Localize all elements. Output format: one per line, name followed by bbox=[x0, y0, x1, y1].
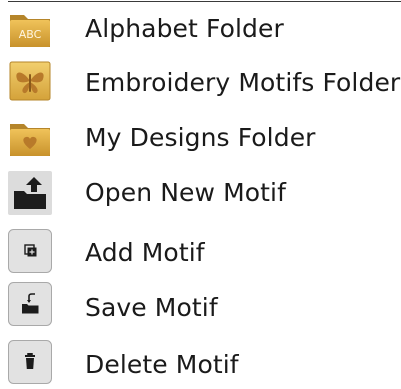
list-item-label: Delete Motif bbox=[85, 350, 239, 379]
list-item-save-motif[interactable]: Save Motif bbox=[0, 280, 401, 332]
list-item-add-motif[interactable]: Add Motif bbox=[0, 225, 401, 277]
add-motif-icon bbox=[8, 229, 52, 273]
abc-folder-text: ABC bbox=[19, 28, 42, 41]
list-item-open-new-motif[interactable]: Open New Motif bbox=[0, 168, 401, 220]
save-motif-icon bbox=[8, 282, 52, 326]
list-item-label: Add Motif bbox=[85, 238, 205, 267]
list-item-delete-motif[interactable]: Delete Motif bbox=[0, 337, 401, 389]
list-item-label: Save Motif bbox=[85, 293, 218, 322]
top-divider bbox=[8, 1, 401, 2]
abc-folder-icon: ABC bbox=[8, 7, 52, 51]
delete-motif-icon bbox=[8, 340, 52, 384]
list-item-my-designs-folder[interactable]: My Designs Folder bbox=[0, 113, 401, 165]
list-item-label: My Designs Folder bbox=[85, 123, 316, 152]
butterfly-folder-icon bbox=[8, 59, 52, 103]
list-item-alphabet-folder[interactable]: ABC Alphabet Folder bbox=[0, 4, 401, 56]
list-item-label: Open New Motif bbox=[85, 178, 287, 207]
list-item-embroidery-motifs-folder[interactable]: Embroidery Motifs Folder bbox=[0, 57, 401, 109]
open-folder-icon bbox=[8, 171, 52, 215]
list-item-label: Alphabet Folder bbox=[85, 14, 284, 43]
heart-folder-icon bbox=[8, 116, 52, 160]
list-item-label: Embroidery Motifs Folder bbox=[85, 68, 401, 97]
